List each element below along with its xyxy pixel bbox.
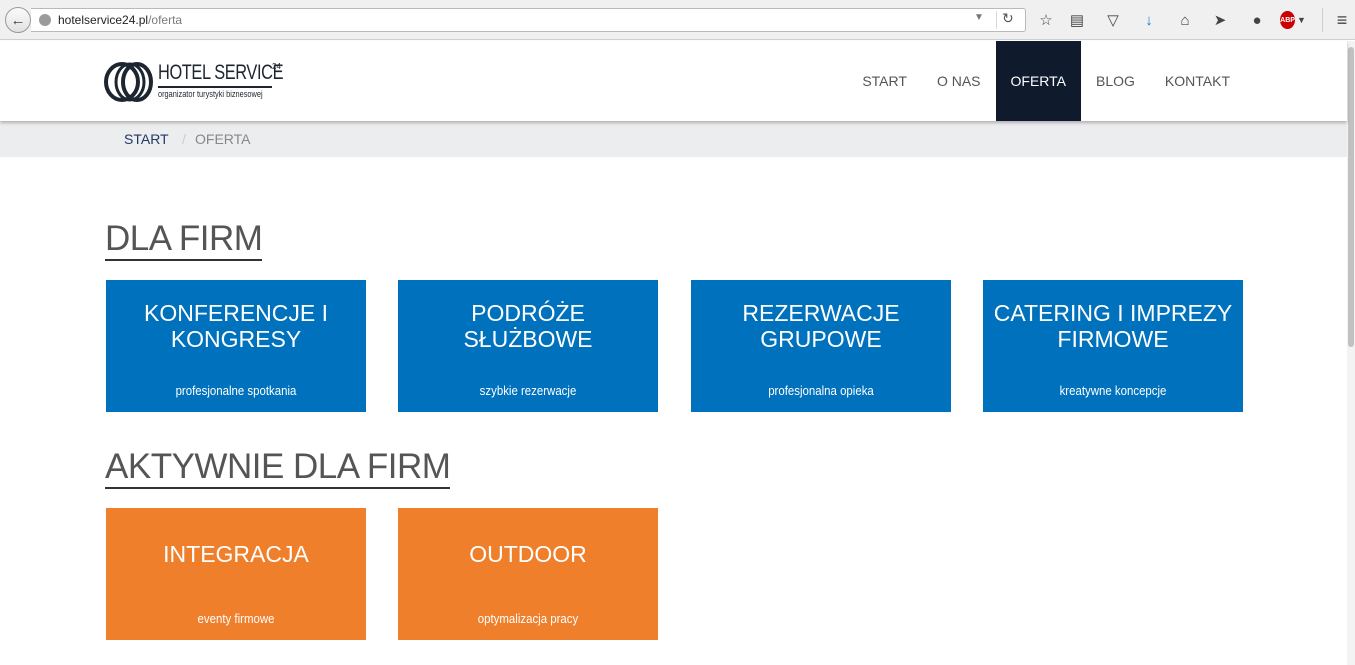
breadcrumb-separator: / <box>182 131 186 147</box>
tile-subtitle: optymalizacja pracy <box>477 611 579 626</box>
globe-icon <box>39 14 51 26</box>
tile-title: INTEGRACJA <box>163 541 309 567</box>
logo[interactable]: HOTEL SERVICE 24 organizator turystyki b… <box>104 59 294 105</box>
star-icon[interactable]: ☆ <box>1036 10 1056 30</box>
tile-title-line2: FIRMOWE <box>1057 326 1169 352</box>
main-nav: START O NAS OFERTA BLOG KONTAKT <box>847 41 1245 121</box>
tile-title-line1: PODRÓŻE <box>471 300 585 326</box>
tile-title-line2: GRUPOWE <box>760 326 882 352</box>
breadcrumb-current: OFERTA <box>195 131 251 147</box>
nav-o-nas[interactable]: O NAS <box>922 41 996 121</box>
pocket-icon[interactable]: ▽ <box>1103 10 1123 30</box>
reading-list-icon[interactable]: ▤ <box>1067 10 1087 30</box>
tile-konferencje[interactable]: KONFERENCJE I KONGRESY profesjonalne spo… <box>106 280 366 412</box>
logo-divider <box>158 86 272 88</box>
tile-outdoor[interactable]: OUTDOOR optymalizacja pracy <box>398 508 658 640</box>
home-icon[interactable]: ⌂ <box>1175 10 1195 30</box>
tile-subtitle: profesjonalne spotkania <box>175 383 297 398</box>
url-divider <box>996 11 997 29</box>
send-icon[interactable]: ➤ <box>1210 10 1230 30</box>
nav-blog[interactable]: BLOG <box>1081 41 1150 121</box>
nav-start[interactable]: START <box>847 41 922 121</box>
tile-subtitle: kreatywne koncepcje <box>1059 383 1167 398</box>
tile-title-line1: CATERING I IMPREZY <box>993 300 1233 326</box>
tile-title-line2: KONGRESY <box>170 326 302 352</box>
tile-catering[interactable]: CATERING I IMPREZY FIRMOWE kreatywne kon… <box>983 280 1243 412</box>
logo-rings-icon <box>104 62 153 102</box>
tile-title-line1: REZERWACJE <box>742 300 900 326</box>
adblock-icon[interactable]: ABP ▼ <box>1280 10 1306 30</box>
site-header: HOTEL SERVICE 24 organizator turystyki b… <box>0 41 1347 121</box>
url-bar[interactable]: hotelservice24.pl/oferta ▼ ↻ <box>31 8 1026 32</box>
adblock-label: ABP <box>1280 11 1295 29</box>
breadcrumb: START / OFERTA <box>0 121 1347 157</box>
nav-oferta[interactable]: OFERTA <box>995 41 1082 121</box>
tile-title-line1: KONFERENCJE I <box>143 300 329 326</box>
logo-superscript: 24 <box>272 62 281 71</box>
breadcrumb-start-link[interactable]: START <box>124 131 169 147</box>
url-text[interactable]: hotelservice24.pl/oferta <box>58 12 182 28</box>
download-icon[interactable]: ↓ <box>1139 10 1159 30</box>
section-title-dla-firm: DLA FIRM <box>105 220 263 261</box>
chat-icon[interactable]: ● <box>1247 10 1267 30</box>
tile-title: OUTDOOR <box>469 541 587 567</box>
tile-subtitle: eventy firmowe <box>197 611 275 626</box>
logo-title: HOTEL SERVICE <box>158 61 284 84</box>
scrollbar-thumb[interactable] <box>1348 47 1354 347</box>
scrollbar[interactable] <box>1347 41 1355 665</box>
url-path: /oferta <box>148 13 183 27</box>
tile-integracja[interactable]: INTEGRACJA eventy firmowe <box>106 508 366 640</box>
tile-title-line2: SŁUŻBOWE <box>463 326 593 352</box>
back-arrow-icon[interactable]: ← <box>5 7 31 33</box>
url-host: hotelservice24.pl <box>58 13 149 27</box>
menu-icon[interactable]: ≡ <box>1332 10 1352 30</box>
dropdown-arrow-icon[interactable]: ▼ <box>974 12 984 23</box>
nav-kontakt[interactable]: KONTAKT <box>1150 41 1245 121</box>
tile-rezerwacje[interactable]: REZERWACJE GRUPOWE profesjonalna opieka <box>691 280 951 412</box>
logo-subtitle: organizator turystyki biznesowej <box>158 89 263 99</box>
reload-icon[interactable]: ↻ <box>1002 10 1014 27</box>
tile-podroze[interactable]: PODRÓŻE SŁUŻBOWE szybkie rezerwacje <box>398 280 658 412</box>
tile-subtitle: szybkie rezerwacje <box>479 383 577 398</box>
browser-toolbar: ← hotelservice24.pl/oferta ▼ ↻ ☆ ▤ ▽ ↓ ⌂… <box>0 0 1355 40</box>
section-title-aktywnie-dla-firm: AKTYWNIE DLA FIRM <box>105 448 451 489</box>
toolbar-divider <box>1322 8 1323 32</box>
tile-subtitle: profesjonalna opieka <box>768 383 874 398</box>
